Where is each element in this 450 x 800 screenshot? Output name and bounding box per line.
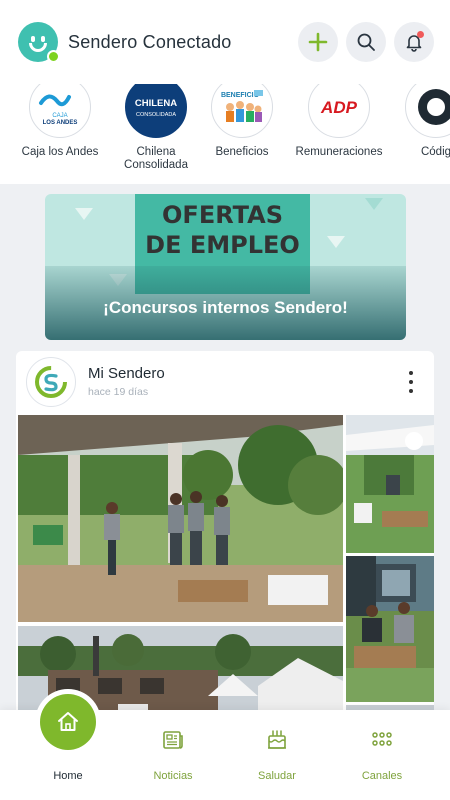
app-title: Sendero Conectado (68, 31, 232, 52)
notifications-button[interactable] (394, 22, 434, 62)
cake-icon (268, 730, 286, 749)
post-photo-2[interactable] (346, 415, 434, 553)
nav-saludar-label: Saludar (258, 770, 296, 782)
svg-text:CONSOLIDADA: CONSOLIDADA (136, 112, 176, 118)
svg-text:LOS ANDES: LOS ANDES (43, 120, 78, 126)
sendero-logo-icon (35, 366, 67, 398)
sign-line-1: OFERTAS (162, 201, 283, 229)
shortcut-beneficios[interactable]: BENEFICIO Beneficios (192, 84, 292, 159)
home-icon (58, 712, 78, 731)
nav-noticias[interactable]: Noticias (117, 710, 229, 800)
shortcut-caja-los-andes[interactable]: CAJA LOS ANDES Caja los Andes (10, 84, 110, 159)
notification-badge (417, 31, 424, 38)
shortcuts-carousel[interactable]: CAJA LOS ANDES Caja los Andes CHILENA CO… (0, 84, 450, 184)
nav-canales-label: Canales (361, 770, 403, 782)
newspaper-icon (163, 731, 183, 749)
sign-line-2: DE EMPLEO (145, 231, 300, 259)
svg-text:CHILENA: CHILENA (135, 98, 177, 109)
nav-noticias-label: Noticias (153, 770, 193, 782)
post-photo-1[interactable] (18, 415, 343, 622)
job-offers-banner[interactable]: OFERTAS DE EMPLEO ¡Concursos internos Sen… (45, 194, 406, 340)
shortcut-label: Beneficios (215, 146, 269, 158)
news-post-card: Mi Sendero hace 19 días (16, 351, 434, 751)
search-icon (357, 33, 375, 51)
adp-logo: ADP (308, 84, 370, 138)
caja-los-andes-logo: CAJA LOS ANDES (29, 84, 91, 138)
nav-home-label: Home (53, 770, 83, 782)
svg-text:BENEFICIO: BENEFICIO (221, 92, 260, 99)
beneficios-logo: BENEFICIO (211, 84, 273, 138)
add-icon (308, 32, 328, 52)
shortcut-label: Caja los Andes (21, 146, 99, 158)
add-button[interactable] (298, 22, 338, 62)
codigo-logo (405, 84, 450, 138)
svg-text:ADP: ADP (320, 98, 358, 117)
grid-icon (372, 732, 392, 746)
nav-saludar[interactable]: Saludar (221, 710, 333, 800)
home-button[interactable] (40, 694, 96, 750)
nav-canales[interactable]: Canales (326, 710, 438, 800)
banner-caption: ¡Concursos internos Sendero! (103, 298, 348, 317)
shortcut-chilena-consolidada[interactable]: CHILENA CONSOLIDADA Chilena Consolidada (106, 84, 206, 172)
svg-text:CAJA: CAJA (52, 113, 67, 119)
shortcut-label: Chilena Consolidada (124, 146, 188, 171)
post-avatar[interactable] (26, 357, 76, 407)
shortcut-label: Códig (420, 146, 450, 158)
more-vertical-icon[interactable] (408, 371, 414, 393)
post-time: hace 19 días (88, 386, 149, 398)
post-author[interactable]: Mi Sendero (88, 365, 165, 382)
chilena-consolidada-logo: CHILENA CONSOLIDADA (125, 84, 187, 138)
shortcut-label: Remuneraciones (295, 146, 383, 158)
smiley-logo-icon (18, 22, 60, 63)
search-button[interactable] (346, 22, 386, 62)
shortcut-codigo[interactable]: Códig (386, 84, 450, 159)
post-photo-3[interactable] (346, 556, 434, 702)
shortcut-remuneraciones[interactable]: ADP Remuneraciones (289, 84, 389, 159)
app-header: Sendero Conectado (0, 0, 450, 84)
